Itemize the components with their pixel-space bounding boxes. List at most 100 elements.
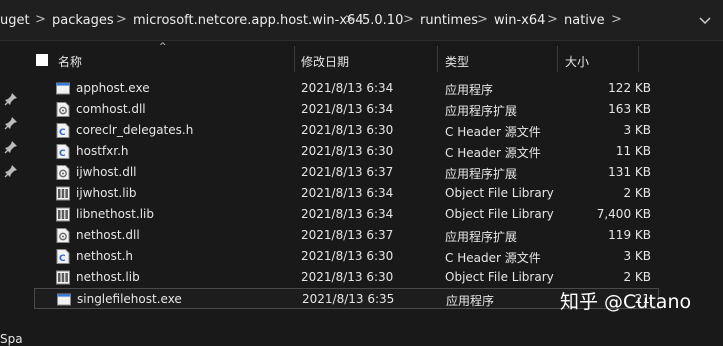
pin-icon[interactable] [4, 140, 18, 154]
file-date: 2021/8/13 6:30 [301, 270, 394, 284]
c-header-icon: C [56, 144, 70, 159]
file-type: 应用程序扩展 [445, 104, 518, 118]
file-name: comhost.dll [76, 102, 146, 116]
column-header-date[interactable]: 修改日期 [301, 53, 349, 70]
file-row[interactable]: Chostfxr.h 2021/8/13 6:30 C Header 源文件 11 K… [34, 141, 659, 162]
file-row[interactable]: Ccoreclr_delegates.h 2021/8/13 6:30 C Head… [34, 120, 659, 141]
file-size: 163 KB [608, 102, 651, 116]
pin-icon[interactable] [4, 116, 18, 130]
c-header-icon: C [56, 123, 70, 138]
dll-icon [56, 228, 70, 243]
file-row[interactable]: nethost.dll 2021/8/13 6:37 应用程序扩展 119 KB [34, 225, 659, 246]
breadcrumb-item[interactable]: win-x64 [494, 13, 545, 28]
chevron-right-icon[interactable]: > [611, 12, 622, 27]
chevron-down-icon[interactable] [695, 10, 715, 30]
file-name: libnethost.lib [76, 207, 154, 221]
file-size: 3 KB [623, 123, 651, 137]
breadcrumb-item[interactable]: microsoft.netcore.app.host.win-x64 [133, 13, 364, 28]
column-divider[interactable] [437, 46, 438, 72]
file-size: 3 KB [623, 249, 651, 263]
breadcrumb-item[interactable]: 5.0.10 [362, 13, 403, 28]
column-header: ^ 名称 修改日期 类型 大小 [22, 42, 723, 74]
svg-text:C: C [59, 128, 66, 138]
svg-text:C: C [59, 254, 66, 264]
dll-icon [56, 102, 70, 117]
file-size: 2 KB [623, 186, 651, 200]
navigation-pane: Spa [0, 41, 23, 346]
dll-icon [56, 165, 70, 180]
chevron-right-icon[interactable]: > [477, 12, 488, 27]
file-type: Object File Library [445, 207, 554, 221]
chevron-right-icon[interactable]: > [116, 12, 127, 27]
file-date: 2021/8/13 6:30 [301, 123, 394, 137]
column-divider[interactable] [638, 46, 639, 72]
column-header-type[interactable]: 类型 [445, 53, 469, 70]
lib-icon [56, 186, 70, 201]
column-divider[interactable] [557, 46, 558, 72]
file-row[interactable]: Cnethost.h 2021/8/13 6:30 C Header 源文件 3 KB [34, 246, 659, 267]
watermark: 知乎 @Cutano [560, 291, 692, 313]
file-size: 2 KB [623, 270, 651, 284]
file-type: 应用程序 [446, 294, 495, 308]
file-name: ijwhost.dll [76, 165, 137, 179]
file-name: nethost.h [76, 249, 134, 263]
file-row[interactable]: nethost.lib 2021/8/13 6:30 Object File Lib… [34, 267, 659, 288]
exe-icon [56, 82, 70, 95]
c-header-icon: C [56, 249, 70, 264]
file-type: 应用程序扩展 [445, 230, 518, 244]
breadcrumb: uget > packages > microsoft.netcore.app.host… [0, 0, 723, 41]
navigation-item-label[interactable]: Spa [0, 332, 23, 346]
file-row[interactable]: apphost.exe 2021/8/13 6:34 应用程序 122 KB [34, 78, 659, 99]
file-date: 2021/8/13 6:34 [301, 81, 394, 95]
pin-icon[interactable] [4, 164, 18, 178]
breadcrumb-item[interactable]: native [564, 13, 605, 28]
file-row[interactable]: comhost.dll 2021/8/13 6:34 应用程序扩展 163 KB [34, 99, 659, 120]
file-row[interactable]: ijwhost.dll 2021/8/13 6:37 应用程序扩展 131 KB [34, 162, 659, 183]
chevron-right-icon[interactable]: > [403, 12, 414, 27]
select-all-checkbox[interactable] [36, 54, 48, 66]
file-type: Object File Library [445, 270, 554, 284]
file-name: apphost.exe [76, 81, 150, 95]
chevron-right-icon[interactable]: > [35, 12, 46, 27]
file-name: coreclr_delegates.h [76, 123, 194, 137]
file-type: Object File Library [445, 186, 554, 200]
file-date: 2021/8/13 6:35 [302, 292, 395, 306]
file-type: 应用程序扩展 [445, 167, 518, 181]
breadcrumb-item[interactable]: runtimes [420, 13, 478, 28]
file-type: C Header 源文件 [445, 251, 541, 265]
sort-ascending-icon: ^ [159, 42, 167, 52]
file-date: 2021/8/13 6:30 [301, 144, 394, 158]
breadcrumb-item[interactable]: packages [52, 13, 114, 28]
file-name: hostfxr.h [76, 144, 129, 158]
file-size: 11 KB [615, 144, 651, 158]
file-size: 7,400 KB [596, 207, 651, 221]
column-header-size[interactable]: 大小 [565, 53, 589, 70]
file-type: C Header 源文件 [445, 146, 541, 160]
chevron-right-icon[interactable]: > [547, 12, 558, 27]
file-date: 2021/8/13 6:34 [301, 102, 394, 116]
file-name: nethost.dll [76, 228, 140, 242]
file-date: 2021/8/13 6:34 [301, 186, 394, 200]
lib-icon [56, 270, 70, 285]
file-date: 2021/8/13 6:37 [301, 228, 394, 242]
file-size: 119 KB [608, 228, 651, 242]
column-header-name[interactable]: 名称 [58, 53, 82, 70]
file-size: 131 KB [608, 165, 651, 179]
file-name: ijwhost.lib [76, 186, 137, 200]
file-date: 2021/8/13 6:37 [301, 165, 394, 179]
file-name: singlefilehost.exe [77, 292, 182, 306]
pin-icon[interactable] [4, 92, 18, 106]
lib-icon [56, 207, 70, 222]
file-date: 2021/8/13 6:34 [301, 207, 394, 221]
file-name: nethost.lib [76, 270, 140, 284]
chevron-right-icon[interactable]: > [345, 12, 356, 27]
column-divider[interactable] [294, 46, 295, 72]
file-date: 2021/8/13 6:30 [301, 249, 394, 263]
file-row[interactable]: libnethost.lib 2021/8/13 6:34 Object File … [34, 204, 659, 225]
file-row[interactable]: ijwhost.lib 2021/8/13 6:34 Object File Lib… [34, 183, 659, 204]
breadcrumb-item[interactable]: uget [0, 13, 30, 28]
exe-icon [57, 293, 71, 306]
file-type: 应用程序 [445, 83, 494, 97]
file-type: C Header 源文件 [445, 125, 541, 139]
file-size: 122 KB [608, 81, 651, 95]
